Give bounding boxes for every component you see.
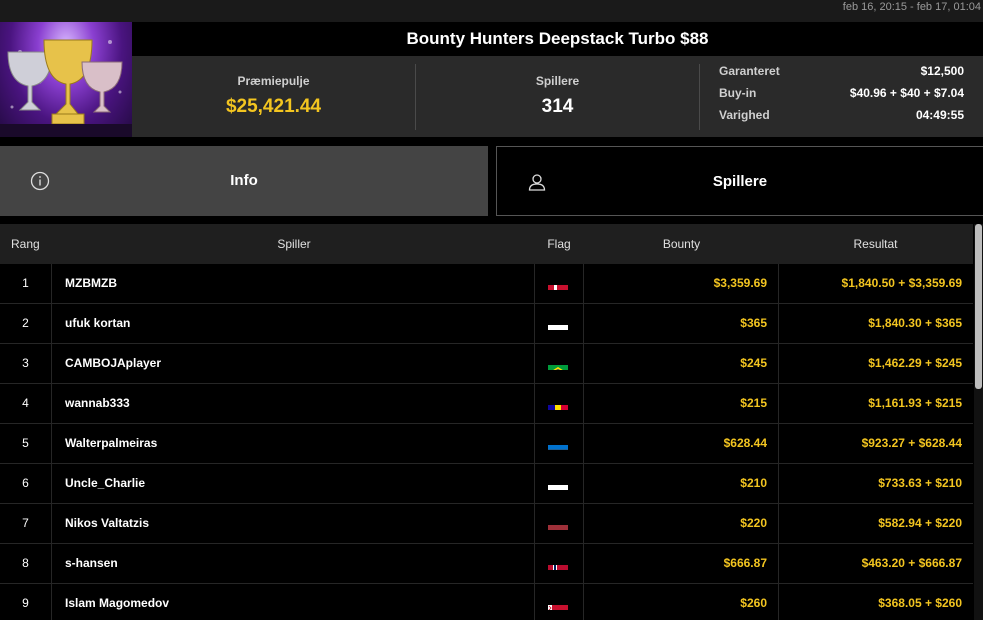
players-value: 314 (541, 96, 574, 117)
denmark-flag-icon (548, 276, 568, 290)
scrollbar[interactable] (974, 224, 983, 620)
rank-cell: 3 (0, 344, 52, 383)
detail-value: 04:49:55 (915, 108, 964, 122)
player-name[interactable]: Walterpalmeiras (65, 424, 157, 463)
prize-pool-value: $25,421.44 (225, 96, 322, 117)
poland-flag-icon (548, 476, 568, 490)
player-name[interactable]: Uncle_Charlie (65, 464, 145, 503)
date-range: feb 16, 20:15 - feb 17, 01:04 (842, 1, 981, 13)
tournament-stats: Præmiepulje $25,421.44 Spillere 314 Gara… (132, 56, 983, 137)
flag-cell (534, 384, 584, 423)
flag-cell (534, 264, 584, 303)
player-name[interactable]: CAMBOJAplayer (65, 344, 161, 383)
table-row[interactable]: 6 Uncle_Charlie $210 $733.63 + $210 (0, 464, 973, 504)
rank-cell: 5 (0, 424, 52, 463)
prize-pool: Præmiepulje $25,421.44 (132, 56, 415, 137)
result-cell: $1,840.50 + $3,359.69 (841, 276, 962, 290)
table-row[interactable]: 9 Islam Magomedov $260 $368.05 + $260 (0, 584, 973, 620)
result-cell: $463.20 + $666.87 (861, 556, 962, 570)
tab-info-label: Info (230, 172, 258, 189)
results-table-header: Rang Spiller Flag Bounty Resultat (0, 224, 973, 264)
divider (699, 64, 700, 130)
flag-cell (534, 504, 584, 543)
tab-info[interactable]: Info (0, 146, 488, 216)
bounty-cell: $215 (740, 396, 767, 410)
tournament-title: Bounty Hunters Deepstack Turbo $88 (132, 22, 983, 56)
latvia-flag-icon (548, 516, 568, 530)
estonia-flag-icon (548, 436, 568, 450)
detail-label: Buy-in (719, 86, 757, 100)
rank-cell: 2 (0, 304, 52, 343)
flag-cell (534, 464, 584, 503)
detail-label: Garanteret (719, 64, 780, 78)
flag-cell (534, 344, 584, 383)
detail-value: $40.96 + $40 + $7.04 (849, 86, 964, 100)
table-row[interactable]: 3 CAMBOJAplayer $245 $1,462.29 + $245 (0, 344, 973, 384)
bounty-cell: $628.44 (723, 436, 767, 450)
scrollbar-thumb[interactable] (975, 224, 982, 389)
result-cell: $1,462.29 + $245 (868, 356, 962, 370)
result-cell: $1,161.93 + $215 (868, 396, 962, 410)
player-name[interactable]: s-hansen (65, 544, 118, 583)
result-cell: $733.63 + $210 (878, 476, 962, 490)
rank-cell: 8 (0, 544, 52, 583)
column-player[interactable]: Spiller (0, 224, 588, 264)
player-name[interactable]: Islam Magomedov (65, 584, 169, 620)
player-name[interactable]: ufuk kortan (65, 304, 130, 343)
players-label: Spillere (535, 74, 580, 88)
brazil-flag-icon (548, 356, 568, 370)
table-row[interactable]: 5 Walterpalmeiras $628.44 $923.27 + $628.44 (0, 424, 973, 464)
rank-cell: 9 (0, 584, 52, 620)
player-name[interactable]: wannab333 (65, 384, 130, 423)
bounty-cell: $365 (740, 316, 767, 330)
table-row[interactable]: 1 MZBMZB $3,359.69 $1,840.50 + $3,359.69 (0, 264, 973, 304)
player-name[interactable]: Nikos Valtatzis (65, 504, 149, 543)
tournament-details: Garanteret $12,500 Buy-in $40.96 + $40 +… (719, 64, 964, 130)
rank-cell: 7 (0, 504, 52, 543)
result-cell: $923.27 + $628.44 (861, 436, 962, 450)
flag-cell (534, 424, 584, 463)
table-row[interactable]: 2 ufuk kortan $365 $1,840.30 + $365 (0, 304, 973, 344)
table-row[interactable]: 8 s-hansen $666.87 $463.20 + $666.87 (0, 544, 973, 584)
tab-players-label: Spillere (712, 173, 768, 190)
bounty-cell: $666.87 (723, 556, 767, 570)
flag-cell (534, 304, 584, 343)
top-bar: feb 16, 20:15 - feb 17, 01:04 (0, 0, 983, 22)
column-result[interactable]: Resultat (778, 224, 973, 264)
table-row[interactable]: 4 wannab333 $215 $1,161.93 + $215 (0, 384, 973, 424)
column-flag[interactable]: Flag (534, 224, 584, 264)
tab-players[interactable]: Spillere (496, 146, 983, 216)
bounty-cell: $3,359.69 (713, 276, 767, 290)
table-row[interactable]: 7 Nikos Valtatzis $220 $582.94 + $220 (0, 504, 973, 544)
detail-guaranteed: Garanteret $12,500 (719, 64, 964, 86)
results-table-body: 1 MZBMZB $3,359.69 $1,840.50 + $3,359.69 2 uf… (0, 264, 973, 620)
bounty-cell: $245 (740, 356, 767, 370)
prize-pool-label: Præmiepulje (237, 74, 310, 88)
result-cell: $368.05 + $260 (878, 596, 962, 610)
rank-cell: 6 (0, 464, 52, 503)
tournament-trophy-image (0, 22, 132, 137)
cyprus-flag-icon (548, 316, 568, 330)
player-name[interactable]: MZBMZB (65, 264, 117, 303)
bounty-cell: $260 (740, 596, 767, 610)
detail-label: Varighed (719, 108, 770, 122)
rank-cell: 1 (0, 264, 52, 303)
bounty-cell: $210 (740, 476, 767, 490)
detail-buyin: Buy-in $40.96 + $40 + $7.04 (719, 86, 964, 108)
column-bounty[interactable]: Bounty (585, 224, 778, 264)
rank-cell: 4 (0, 384, 52, 423)
flag-cell (534, 544, 584, 583)
andorra-flag-icon (548, 396, 568, 410)
result-cell: $1,840.30 + $365 (868, 316, 962, 330)
bounty-cell: $220 (740, 516, 767, 530)
detail-duration: Varighed 04:49:55 (719, 108, 964, 130)
result-cell: $582.94 + $220 (878, 516, 962, 530)
belarus-flag-icon (548, 596, 568, 610)
norway-flag-icon (548, 556, 568, 570)
detail-value: $12,500 (920, 64, 964, 78)
flag-cell (534, 584, 584, 620)
player-count: Spillere 314 (416, 56, 699, 137)
